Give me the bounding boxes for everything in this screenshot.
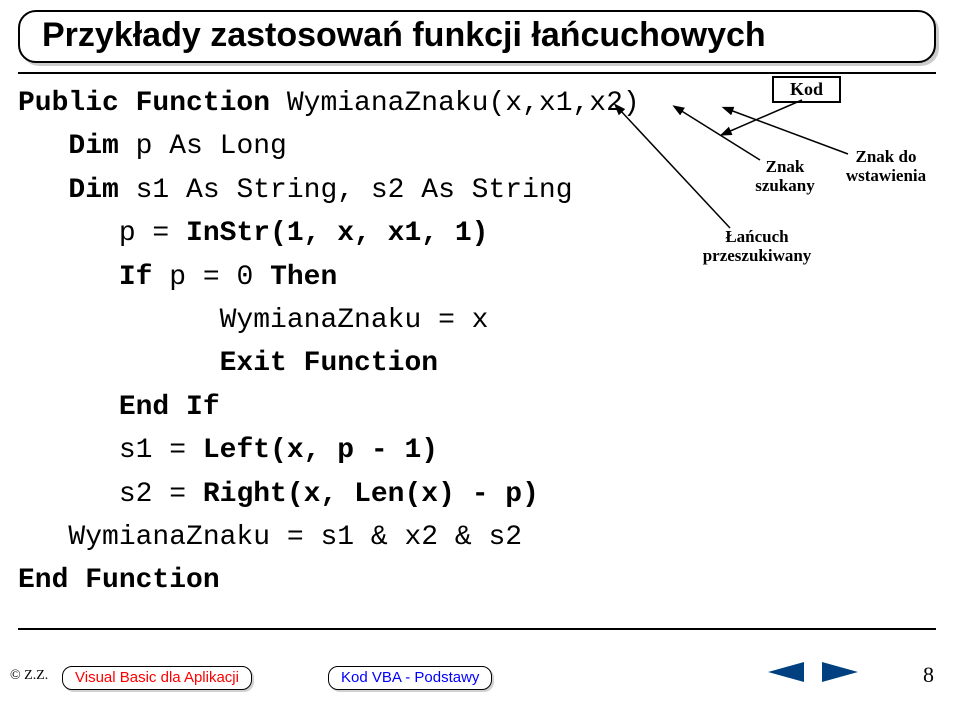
kw-exit-function: Exit Function	[18, 348, 438, 379]
code-text: WymianaZnaku(x,x1,x2)	[287, 88, 640, 119]
code-bold: Left(x, p - 1)	[203, 435, 438, 466]
code-text: WymianaZnaku = x	[18, 305, 488, 336]
page-title: Przykłady zastosowań funkcji łańcuchowyc…	[42, 16, 912, 55]
nav-arrows	[768, 662, 888, 690]
annotation-line: przeszukiwany	[703, 246, 812, 265]
kw-dim: Dim	[18, 131, 136, 162]
code-text: p = 0	[169, 262, 270, 293]
kw-if: If	[18, 262, 169, 293]
code-text: s2 =	[18, 479, 203, 510]
annotation-line: Znak	[766, 157, 805, 176]
footer: © Z.Z. Visual Basic dla Aplikacji Kod VB…	[0, 658, 960, 698]
annotation-znak-szukany: Znak szukany	[745, 158, 825, 195]
divider-bottom	[18, 628, 936, 630]
code-text: p As Long	[136, 131, 287, 162]
annotation-znak-do-wstawienia: Znak do wstawienia	[836, 148, 936, 185]
code-bold: InStr(1, x, x1, 1)	[186, 218, 488, 249]
footer-pill-app: Visual Basic dla Aplikacji	[62, 666, 252, 690]
kw-dim: Dim	[18, 175, 136, 206]
code-text: s1 As String, s2 As String	[136, 175, 573, 206]
annotation-line: wstawienia	[846, 166, 926, 185]
prev-arrow-icon[interactable]	[768, 662, 804, 682]
copyright: © Z.Z.	[10, 668, 48, 684]
next-arrow-icon[interactable]	[822, 662, 858, 682]
slide: Przykłady zastosowań funkcji łańcuchowyc…	[0, 0, 960, 708]
annotation-line: Znak do	[856, 147, 917, 166]
code-text: s1 =	[18, 435, 203, 466]
title-box: Przykłady zastosowań funkcji łańcuchowyc…	[18, 10, 936, 63]
kw-end-function: End Function	[18, 565, 220, 596]
page-number: 8	[923, 662, 934, 688]
kw-end-if: End If	[18, 392, 220, 423]
code-bold: Right(x, Len(x) - p)	[203, 479, 539, 510]
code-text: WymianaZnaku = s1 & x2 & s2	[18, 522, 522, 553]
code-text: p =	[18, 218, 186, 249]
divider-top	[18, 72, 936, 74]
annotation-line: Łańcuch	[725, 227, 788, 246]
annotation-lancuch: Łańcuch przeszukiwany	[692, 228, 822, 265]
annotation-line: szukany	[755, 176, 815, 195]
kw-then: Then	[270, 262, 337, 293]
footer-pill-topic: Kod VBA - Podstawy	[328, 666, 492, 690]
kw-public-function: Public Function	[18, 88, 287, 119]
kod-label-box: Kod	[772, 76, 841, 103]
